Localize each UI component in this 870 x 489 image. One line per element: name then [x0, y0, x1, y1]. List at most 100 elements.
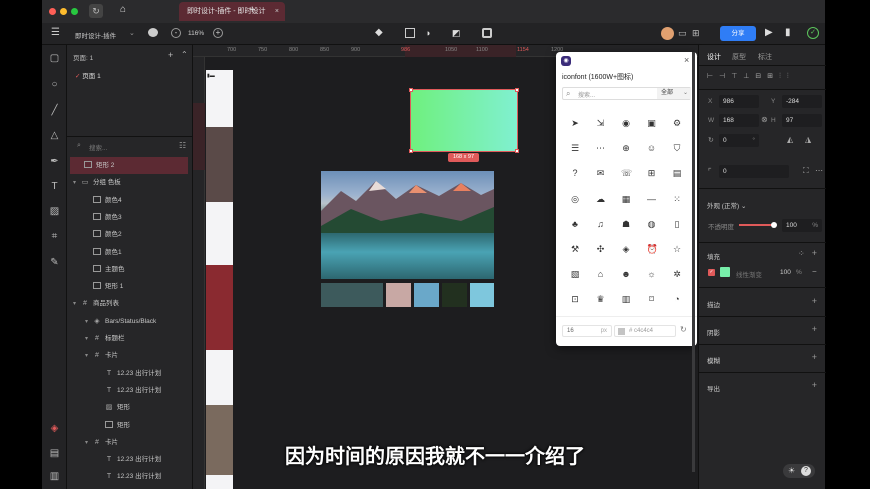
tab-annotation[interactable]: 标注	[758, 52, 772, 62]
list-icon[interactable]: ▤	[672, 168, 682, 178]
category-select[interactable]: 全部 ⌄	[657, 88, 691, 99]
shield-icon[interactable]: ⛉	[672, 143, 682, 153]
shapes-icon[interactable]: ◈	[621, 244, 631, 254]
opacity-input[interactable]: 100%	[782, 219, 822, 232]
mask-icon[interactable]: ◑	[425, 28, 430, 38]
pages-icon[interactable]: ▥	[48, 470, 61, 483]
resize-handle[interactable]	[515, 88, 519, 92]
apps-icon[interactable]: ⊞	[647, 168, 657, 178]
chat-icon[interactable]: ✉	[596, 168, 606, 178]
layer-item[interactable]: T 12.23 出行计划	[67, 382, 193, 399]
save-icon[interactable]: ▣	[647, 118, 657, 128]
expand-toggle-icon[interactable]: ▾	[85, 331, 93, 348]
canvas-scrollbar[interactable]	[692, 52, 695, 472]
layer-search-input[interactable]: 搜索...	[89, 142, 169, 152]
gradient-rectangle[interactable]	[409, 88, 519, 153]
color-swatch[interactable]	[414, 283, 439, 307]
document-icon[interactable]: ☰	[570, 143, 580, 153]
boolean-icon[interactable]: ◩	[452, 28, 461, 38]
align-tools[interactable]: ⊢⊣⊤⊥⊟⊞⫶⫶	[707, 72, 795, 81]
y-input[interactable]: -284	[782, 95, 822, 108]
layer-item[interactable]: ▾ # 标题栏	[67, 330, 193, 347]
close-icon[interactable]: ×	[684, 55, 689, 65]
layer-item[interactable]: ▾ # 商品列表	[67, 295, 193, 312]
crown-icon[interactable]: ♛	[596, 294, 606, 304]
game-icon[interactable]: ♣	[570, 219, 580, 229]
tag-icon[interactable]: ⌑	[647, 294, 657, 304]
tablet-icon[interactable]: ▯	[672, 219, 682, 229]
corner-radius-input[interactable]: 0	[719, 165, 789, 178]
drone-icon[interactable]: ✣	[596, 244, 606, 254]
bell-icon[interactable]: ♫	[596, 219, 606, 229]
document-title[interactable]: 即时设计-插件	[75, 30, 116, 40]
chevron-down-icon[interactable]: ⌄	[129, 29, 135, 37]
mountain-lake-image[interactable]	[321, 171, 494, 279]
independent-corners-icon[interactable]: ⛶	[803, 166, 809, 176]
share-button[interactable]: 分享	[720, 26, 756, 41]
add-blur-icon[interactable]: +	[812, 352, 817, 362]
tab-design[interactable]: 设计	[707, 52, 721, 62]
play-icon[interactable]: ▶	[765, 27, 773, 39]
add-export-icon[interactable]: +	[812, 380, 817, 390]
tool-icon[interactable]: ⚒	[570, 244, 580, 254]
refresh-icon[interactable]: ↻	[89, 4, 103, 18]
code-icon[interactable]: ▮	[785, 27, 791, 39]
flip-vertical-icon[interactable]: ◮	[805, 135, 811, 144]
user-icon[interactable]: ☺	[647, 143, 657, 153]
layer-item[interactable]: 颜色3	[67, 209, 193, 226]
photo-icon[interactable]: ▧	[570, 269, 580, 279]
resize-handle[interactable]	[515, 149, 519, 153]
layers-icon[interactable]: ◈	[48, 422, 61, 435]
target-icon[interactable]: ◎	[570, 194, 580, 204]
layer-item[interactable]: 主题色	[67, 261, 193, 278]
triangle-icon[interactable]: △	[48, 129, 61, 142]
sync-status-icon[interactable]: ✓	[807, 27, 819, 39]
pen-icon[interactable]: ✒	[48, 155, 61, 168]
apple-icon[interactable]: ◍	[647, 219, 657, 229]
layer-item[interactable]: T 12.23 出行计划	[67, 468, 193, 485]
alarm-icon[interactable]: ⏰	[647, 244, 658, 254]
flip-horizontal-icon[interactable]: ◭	[787, 135, 793, 144]
icon-color-input[interactable]: # c4c4c4	[614, 325, 676, 337]
gear-icon[interactable]: ✲	[672, 269, 682, 279]
more-icon[interactable]: ⋯	[596, 143, 606, 153]
color-swatch[interactable]	[386, 283, 411, 307]
phone-icon[interactable]: ☏	[621, 168, 632, 178]
text-icon[interactable]: T	[48, 180, 61, 193]
minus-icon[interactable]: —	[647, 194, 657, 204]
fill-opacity[interactable]: 100	[780, 269, 791, 276]
filter-icon[interactable]: ☷	[179, 141, 186, 150]
page-item[interactable]: ✓ 页面 1	[75, 70, 101, 80]
send-icon[interactable]: ➤	[570, 118, 580, 128]
lock-ratio-icon[interactable]: ⊗	[761, 115, 768, 124]
robot-icon[interactable]: ☻	[621, 269, 631, 279]
avatar[interactable]	[661, 27, 674, 40]
cake-icon[interactable]: ⌂	[596, 269, 606, 279]
frame-icon[interactable]: ▢	[48, 52, 61, 65]
opacity-slider[interactable]	[739, 222, 777, 228]
clock-icon[interactable]: ◔	[672, 294, 682, 304]
slice-icon[interactable]: ⌗	[48, 230, 61, 243]
mobile-artboard[interactable]: ▮▬	[206, 70, 233, 489]
menu-icon[interactable]: ☰	[51, 28, 60, 38]
add-shadow-icon[interactable]: +	[812, 324, 817, 334]
fill-color-swatch[interactable]	[720, 267, 730, 277]
layer-item[interactable]: ▾ ▭ 分组 色板	[67, 174, 193, 191]
maximize-window-button[interactable]	[71, 8, 78, 15]
add-circle-icon[interactable]: ⊕	[621, 143, 631, 153]
resize-handle[interactable]	[409, 88, 413, 92]
new-tab-button[interactable]: +	[249, 4, 255, 16]
crop-icon[interactable]	[482, 28, 492, 38]
color-swatch[interactable]	[321, 283, 383, 307]
save-box-icon[interactable]: ⊡	[570, 294, 580, 304]
help-icon[interactable]: ?	[570, 168, 580, 178]
line-icon[interactable]: ╱	[48, 104, 61, 117]
opacity-slider-handle[interactable]	[771, 222, 777, 228]
layer-item[interactable]: 颜色2	[67, 226, 193, 243]
icon-search-field[interactable]: ⌕ 搜索... 全部 ⌄	[562, 87, 691, 100]
settings-icon[interactable]: ⚙	[672, 118, 682, 128]
reset-icon[interactable]: ↻	[680, 325, 687, 334]
tab-prototype[interactable]: 原型	[732, 52, 746, 62]
layer-item[interactable]: ▾ # 卡片	[67, 347, 193, 364]
import-icon[interactable]: ⇲	[596, 118, 606, 128]
